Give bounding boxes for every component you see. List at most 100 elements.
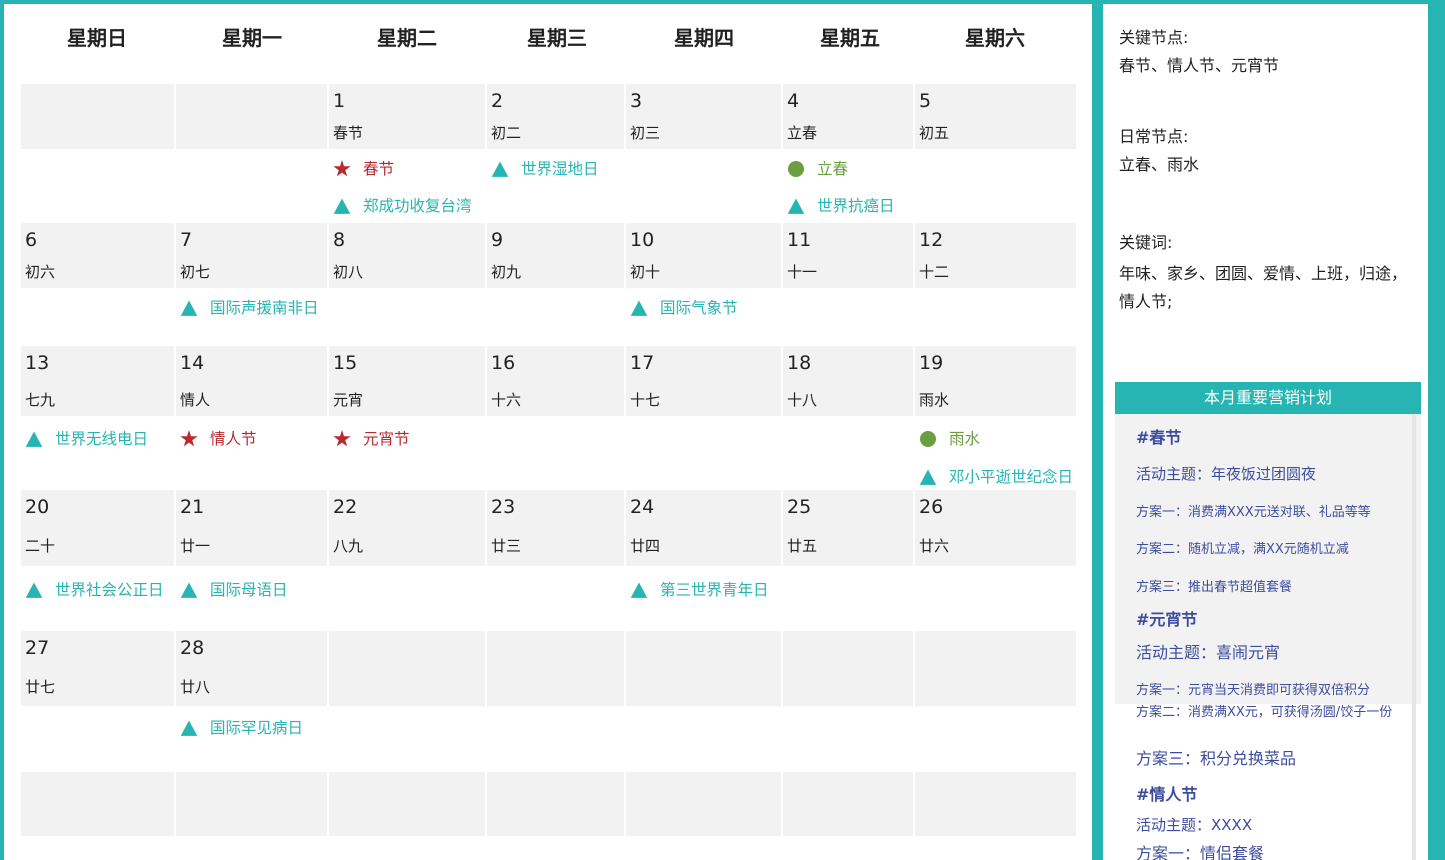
- day-cell[interactable]: 12 十二: [915, 223, 1076, 288]
- day-cell[interactable]: 9 初九: [487, 223, 624, 288]
- lunar-date: 廿七: [25, 678, 56, 696]
- day-number: 2: [491, 90, 504, 112]
- calendar-event[interactable]: 情人节: [180, 429, 257, 449]
- calendar-event[interactable]: 元宵节: [333, 429, 410, 449]
- triangle-icon: [25, 582, 43, 598]
- day-number: 26: [919, 496, 944, 518]
- calendar-event[interactable]: 郑成功收复台湾: [333, 196, 472, 216]
- day-cell[interactable]: 10 初十: [626, 223, 781, 288]
- day-cell[interactable]: [915, 631, 1076, 706]
- day-cell[interactable]: 28 廿八: [176, 631, 327, 706]
- day-number: 28: [180, 637, 205, 659]
- day-cell[interactable]: [176, 84, 327, 149]
- triangle-icon: [333, 198, 351, 214]
- day-cell[interactable]: 1 春节: [329, 84, 485, 149]
- day-cell-events: 世界社会公正日: [21, 566, 174, 630]
- calendar-event[interactable]: 世界社会公正日: [25, 580, 164, 600]
- event-label: 国际母语日: [210, 581, 288, 599]
- day-cell[interactable]: 20 二十: [21, 490, 174, 566]
- calendar-event[interactable]: 世界抗癌日: [787, 196, 895, 216]
- day-cell[interactable]: [329, 772, 485, 836]
- day-cell[interactable]: [21, 84, 174, 149]
- day-number: 10: [630, 229, 655, 251]
- day-cell[interactable]: [21, 772, 174, 836]
- day-cell[interactable]: 4 立春: [783, 84, 913, 149]
- day-cell[interactable]: 16 十六: [487, 346, 624, 416]
- triangle-icon: [787, 198, 805, 214]
- calendar-event[interactable]: 世界湿地日: [491, 159, 599, 179]
- plan-scrollbar[interactable]: [1412, 414, 1416, 860]
- calendar-event[interactable]: 立春: [787, 159, 848, 179]
- calendar-event[interactable]: 国际母语日: [180, 580, 288, 600]
- day-cell[interactable]: 11 十一: [783, 223, 913, 288]
- day-cell[interactable]: [487, 631, 624, 706]
- day-cell[interactable]: 27 廿七: [21, 631, 174, 706]
- day-cell[interactable]: [487, 772, 624, 836]
- day-cell[interactable]: 6 初六: [21, 223, 174, 288]
- day-cell-events: 国际声援南非日: [176, 288, 327, 345]
- calendar-event[interactable]: 春节: [333, 159, 394, 179]
- day-cell-events: [783, 566, 913, 630]
- day-cell[interactable]: 24 廿四: [626, 490, 781, 566]
- lunar-date: 立春: [787, 124, 818, 142]
- day-cell-events: [21, 836, 174, 860]
- triangle-icon: [630, 582, 648, 598]
- calendar-event[interactable]: 雨水: [919, 429, 980, 449]
- daily-nodes-label: 日常节点:: [1119, 127, 1189, 146]
- plan-item: 方案三：推出春节超值套餐: [1136, 580, 1293, 595]
- plan-theme: 活动主题：XXXX: [1136, 816, 1253, 834]
- day-cell[interactable]: [176, 772, 327, 836]
- plan-item: 方案一：元宵当天消费即可获得双倍积分: [1136, 683, 1371, 698]
- event-label: 郑成功收复台湾: [363, 197, 472, 215]
- day-cell[interactable]: [783, 631, 913, 706]
- lunar-date: 七九: [25, 391, 56, 409]
- day-number: 3: [630, 90, 643, 112]
- day-cell[interactable]: 5 初五: [915, 84, 1076, 149]
- lunar-date: 春节: [333, 124, 364, 142]
- lunar-date: 廿四: [630, 537, 661, 555]
- day-cell-events: [783, 836, 913, 860]
- event-label: 立春: [817, 160, 849, 178]
- event-label: 春节: [363, 160, 395, 178]
- day-cell[interactable]: [626, 772, 781, 836]
- day-cell[interactable]: 19 雨水: [915, 346, 1076, 416]
- day-cell[interactable]: 14 情人: [176, 346, 327, 416]
- calendar-event[interactable]: 国际声援南非日: [180, 298, 319, 318]
- day-cell-events: 国际气象节: [626, 288, 781, 345]
- event-label: 国际气象节: [660, 299, 738, 317]
- day-cell[interactable]: 18 十八: [783, 346, 913, 416]
- day-cell[interactable]: 21 廿一: [176, 490, 327, 566]
- calendar-event[interactable]: 世界无线电日: [25, 429, 148, 449]
- day-cell[interactable]: 3 初三: [626, 84, 781, 149]
- day-number: 11: [787, 229, 812, 251]
- day-cell[interactable]: 8 初八: [329, 223, 485, 288]
- day-cell[interactable]: 26 廿六: [915, 490, 1076, 566]
- day-cell[interactable]: 7 初七: [176, 223, 327, 288]
- day-cell[interactable]: 23 廿三: [487, 490, 624, 566]
- day-cell[interactable]: 22 八九: [329, 490, 485, 566]
- calendar-event[interactable]: 第三世界青年日: [630, 580, 769, 600]
- day-cell-events: 第三世界青年日: [626, 566, 781, 630]
- day-cell-events: 世界湿地日: [487, 149, 624, 222]
- calendar-event[interactable]: 邓小平逝世纪念日: [919, 467, 1073, 487]
- day-cell[interactable]: 25 廿五: [783, 490, 913, 566]
- triangle-icon: [180, 720, 198, 736]
- day-cell-events: [915, 706, 1076, 771]
- day-cell[interactable]: 2 初二: [487, 84, 624, 149]
- event-label: 邓小平逝世纪念日: [949, 468, 1074, 486]
- day-cell[interactable]: 13 七九: [21, 346, 174, 416]
- day-cell[interactable]: 17 十七: [626, 346, 781, 416]
- day-cell[interactable]: 15 元宵: [329, 346, 485, 416]
- lunar-date: 雨水: [919, 391, 950, 409]
- day-cell[interactable]: [626, 631, 781, 706]
- day-cell-events: [626, 416, 781, 489]
- lunar-date: 初二: [491, 124, 522, 142]
- calendar-event[interactable]: 国际气象节: [630, 298, 738, 318]
- day-cell[interactable]: [915, 772, 1076, 836]
- calendar-event[interactable]: 国际罕见病日: [180, 718, 303, 738]
- day-cell-events: [915, 566, 1076, 630]
- day-number: 18: [787, 352, 812, 374]
- day-number: 22: [333, 496, 358, 518]
- day-cell[interactable]: [329, 631, 485, 706]
- day-cell[interactable]: [783, 772, 913, 836]
